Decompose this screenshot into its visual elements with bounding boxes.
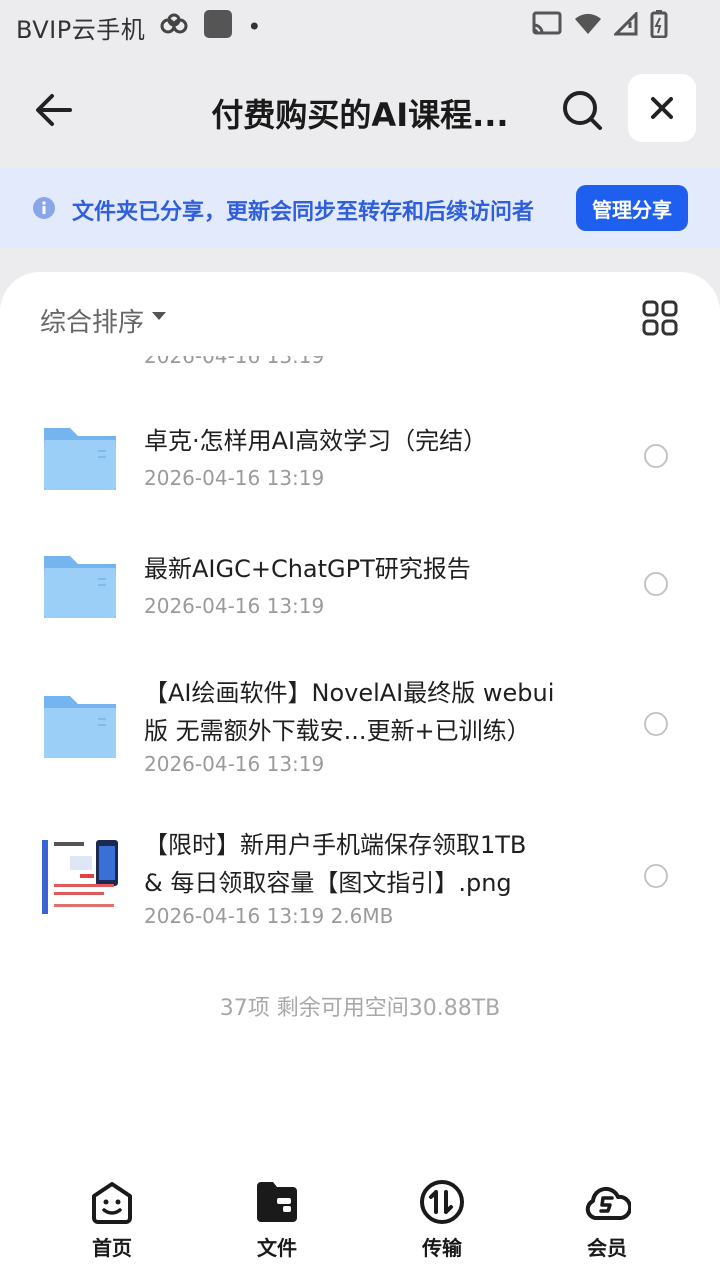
search-icon xyxy=(563,91,602,130)
folder-icon xyxy=(44,556,116,618)
nav-transfer-label: 传输 xyxy=(422,1236,462,1260)
nav-transfer[interactable]: 传输 xyxy=(392,1178,492,1268)
transfer-icon xyxy=(420,1180,464,1224)
nav-home-label: 首页 xyxy=(92,1236,132,1260)
manage-share-button[interactable]: 管理分享 xyxy=(576,185,688,231)
nav-vip-label: 会员 xyxy=(587,1236,627,1260)
file-meta: 2026-04-16 13:19 2.6MB xyxy=(144,904,394,928)
select-radio[interactable] xyxy=(644,444,668,468)
caret-down-icon[interactable] xyxy=(152,312,166,320)
info-icon xyxy=(33,197,55,219)
folder-icon xyxy=(44,428,116,490)
file-name-line-1: 【AI绘画软件】NovelAI最终版 webui xyxy=(144,679,555,707)
storage-summary: 37项 剩余可用空间30.88TB xyxy=(219,996,501,1021)
select-radio[interactable] xyxy=(644,864,668,888)
app-header: 付费购买的AI课程... xyxy=(0,54,720,168)
nav-home[interactable]: 首页 xyxy=(62,1178,162,1268)
bottom-navigation: 首页 文件 传输 会员 xyxy=(0,1160,720,1280)
file-name-line-2: 版 无需额外下载安...更新+已训练） xyxy=(144,717,531,745)
file-row[interactable]: 【AI绘画软件】NovelAI最终版 webui 版 无需额外下载安...更新+… xyxy=(0,668,720,788)
file-row[interactable]: 卓克·怎样用AI高效学习（完结） 2026-04-16 13:19 xyxy=(0,412,720,512)
file-meta: 2026-04-16 13:19 xyxy=(144,752,325,776)
vip-cloud-icon xyxy=(585,1186,631,1220)
file-name: 最新AIGC+ChatGPT研究报告 xyxy=(144,555,471,583)
status-bar: BVIP云手机 • xyxy=(0,0,720,54)
image-thumbnail xyxy=(40,834,120,918)
file-name-line-1: 【限时】新用户手机端保存领取1TB xyxy=(144,831,527,859)
home-face-icon xyxy=(92,1182,132,1224)
file-row[interactable]: 最新AIGC+ChatGPT研究报告 2026-04-16 13:19 xyxy=(0,540,720,640)
cloud-link-icon xyxy=(159,12,189,42)
file-meta: 2026-04-16 13:19 xyxy=(144,466,325,490)
nav-files[interactable]: 文件 xyxy=(227,1178,327,1268)
status-bar-title: BVIP云手机 xyxy=(16,15,146,44)
share-notice-text: 文件夹已分享，更新会同步至转存和后续访问者 xyxy=(72,200,535,225)
battery-icon xyxy=(650,10,668,44)
status-dot: • xyxy=(247,13,262,41)
select-radio[interactable] xyxy=(644,572,668,596)
close-button[interactable] xyxy=(628,74,696,142)
sort-dropdown[interactable]: 综合排序 xyxy=(40,302,144,339)
cast-icon xyxy=(532,11,562,43)
share-notice-banner: 文件夹已分享，更新会同步至转存和后续访问者 管理分享 xyxy=(0,168,720,248)
page-title: 付费购买的AI课程... xyxy=(211,96,509,134)
sort-bar: 综合排序 xyxy=(0,272,720,356)
app-square-icon xyxy=(203,9,233,45)
nav-files-label: 文件 xyxy=(257,1236,297,1260)
grid-view-icon[interactable] xyxy=(642,300,678,336)
folder-icon xyxy=(257,1182,297,1222)
file-row[interactable]: 【限时】新用户手机端保存领取1TB & 每日领取容量【图文指引】.png 202… xyxy=(0,820,720,940)
search-button[interactable] xyxy=(558,86,606,134)
close-icon xyxy=(651,97,673,119)
file-name-line-2: & 每日领取容量【图文指引】.png xyxy=(144,869,512,897)
file-name: 卓克·怎样用AI高效学习（完结） xyxy=(144,427,488,455)
signal-icon xyxy=(612,10,638,42)
select-radio[interactable] xyxy=(644,712,668,736)
file-list-panel: 综合排序 2026-04-16 13:19 卓克·怎样用AI高效学习（完结） 2… xyxy=(0,272,720,1280)
wifi-icon xyxy=(574,12,602,42)
folder-icon xyxy=(44,696,116,758)
file-meta: 2026-04-16 13:19 xyxy=(144,594,325,618)
nav-vip[interactable]: 会员 xyxy=(557,1178,657,1268)
